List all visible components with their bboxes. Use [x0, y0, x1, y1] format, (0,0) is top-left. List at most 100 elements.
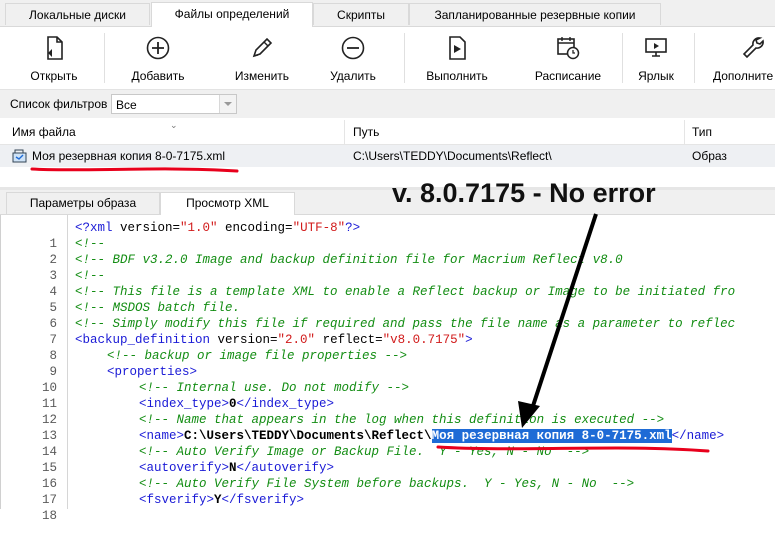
- xml-line: 15 <!-- Auto Verify Image or Backup File…: [1, 444, 775, 475]
- annotation-label: v. 8.0.7175 - No error: [392, 178, 656, 208]
- xml-comment: <!-- BDF v3.2.0 Image and backup definit…: [75, 253, 623, 267]
- xml-line: 12 <index_type>0</index_type>: [1, 396, 775, 427]
- toolbar-divider: [404, 33, 405, 83]
- tab-local-disks[interactable]: Локальные диски: [5, 3, 150, 25]
- xml-token: <?xml: [75, 221, 121, 235]
- table-row[interactable]: Моя резервная копия 8-0-7175.xml C:\User…: [0, 145, 775, 167]
- edit-label: Изменить: [234, 69, 290, 83]
- xml-file-icon: [12, 148, 28, 167]
- xml-token: "1.0": [180, 221, 218, 235]
- xml-token: 0: [229, 397, 237, 411]
- file-list-header: ⌄ Имя файла Путь Тип: [0, 120, 775, 145]
- column-path[interactable]: Путь: [353, 125, 379, 139]
- xml-line: 13 <!-- Name that appears in the log whe…: [1, 412, 775, 443]
- xml-editor[interactable]: 1 <?xml version="1.0" encoding="UTF-8"?>…: [0, 215, 775, 523]
- shortcut-monitor-icon: [628, 35, 684, 61]
- xml-token: <fsverify>: [139, 493, 215, 507]
- top-tab-strip: Локальные диски Файлы определений Скрипт…: [0, 0, 775, 27]
- more-button[interactable]: Дополните: [708, 27, 775, 89]
- add-button[interactable]: Добавить: [118, 27, 198, 89]
- lower-tab-strip: Параметры образа Просмотр XML: [0, 190, 775, 215]
- column-divider[interactable]: [344, 120, 345, 144]
- xml-token: <properties>: [107, 365, 198, 379]
- xml-token: </name>: [671, 429, 725, 443]
- tab-definition-files[interactable]: Файлы определений: [151, 2, 313, 27]
- xml-line: 16 <autoverify>N</autoverify>: [1, 460, 775, 491]
- xml-line: 9 <!-- backup or image file properties -…: [1, 348, 775, 379]
- xml-comment: <!-- MSDOS batch file.: [75, 301, 241, 315]
- xml-comment: <!-- Name that appears in the log when t…: [139, 413, 665, 427]
- more-label: Дополните: [713, 69, 774, 83]
- row-path: C:\Users\TEDDY\Documents\Reflect\: [353, 149, 552, 163]
- tab-xml-view[interactable]: Просмотр XML: [160, 192, 295, 215]
- filter-value: Все: [116, 98, 137, 112]
- toolbar-divider: [694, 33, 695, 83]
- xml-line: 17 <!-- Auto Verify File System before b…: [1, 476, 775, 507]
- add-label: Добавить: [131, 69, 185, 83]
- xml-token: "v8.0.7175": [382, 333, 466, 347]
- xml-token: version=: [120, 221, 181, 235]
- xml-line: 7 <!-- Simply modify this file if requir…: [1, 316, 775, 347]
- edit-button[interactable]: Изменить: [222, 27, 302, 89]
- column-type[interactable]: Тип: [692, 125, 712, 139]
- xml-comment: <!-- Internal use. Do not modify -->: [139, 381, 410, 395]
- tab-scripts[interactable]: Скрипты: [313, 3, 409, 25]
- edit-pencil-icon: [222, 35, 302, 61]
- filter-bar: Список фильтров Все: [0, 90, 775, 118]
- row-filename: Моя резервная копия 8-0-7175.xml: [32, 149, 226, 163]
- selected-text[interactable]: Моя резервная копия 8-0-7175.xml: [431, 429, 672, 443]
- xml-comment: <!-- This file is a template XML to enab…: [75, 285, 736, 299]
- toolbar: Открыть Добавить Изменить Удалить Выполн…: [0, 27, 775, 90]
- xml-token: encoding=: [217, 221, 293, 235]
- column-divider[interactable]: [684, 120, 685, 144]
- xml-token: </fsverify>: [221, 493, 305, 507]
- xml-line: 5 <!-- This file is a template XML to en…: [1, 284, 775, 315]
- xml-token: ?>: [345, 221, 361, 235]
- xml-token: </autoverify>: [236, 461, 335, 475]
- schedule-calendar-icon: [524, 35, 612, 61]
- open-label: Открыть: [30, 69, 78, 83]
- delete-button[interactable]: Удалить: [313, 27, 393, 89]
- xml-line: 2 <!--: [1, 236, 775, 267]
- filter-label: Список фильтров: [10, 97, 108, 111]
- chevron-down-icon[interactable]: [219, 95, 236, 113]
- xml-comment: <!-- Simply modify this file if required…: [75, 317, 736, 331]
- run-button[interactable]: Выполнить: [416, 27, 498, 89]
- xml-token: reflect=: [315, 333, 383, 347]
- xml-line: 4 <!--: [1, 268, 775, 299]
- xml-line: 1 <?xml version="1.0" encoding="UTF-8"?>: [1, 220, 775, 251]
- xml-line: 14 <name>C:\Users\TEDDY\Documents\Reflec…: [1, 428, 775, 459]
- xml-line: 8 <backup_definition version="2.0" refle…: [1, 332, 775, 363]
- tab-image-parameters[interactable]: Параметры образа: [6, 192, 160, 214]
- row-type: Образ: [692, 149, 727, 163]
- toolbar-divider: [622, 33, 623, 83]
- xml-token: N: [229, 461, 237, 475]
- open-button[interactable]: Открыть: [15, 27, 93, 89]
- xml-line: 18 <fsverify>Y</fsverify>: [1, 492, 775, 523]
- tab-scheduled-backups[interactable]: Запланированные резервные копии: [409, 3, 661, 25]
- run-play-icon: [416, 35, 498, 61]
- xml-token: <backup_definition: [75, 333, 218, 347]
- add-plus-icon: [118, 35, 198, 61]
- xml-token: Y: [214, 493, 222, 507]
- xml-token: C:\Users\TEDDY\Documents\Reflect\: [184, 429, 432, 443]
- column-filename[interactable]: Имя файла: [12, 125, 76, 139]
- xml-comment: <!-- Auto Verify Image or Backup File. Y…: [139, 445, 590, 459]
- xml-token: version=: [217, 333, 278, 347]
- schedule-button[interactable]: Расписание: [524, 27, 612, 89]
- wrench-icon: [740, 35, 775, 61]
- delete-minus-icon: [313, 35, 393, 61]
- shortcut-button[interactable]: Ярлык: [628, 27, 684, 89]
- xml-token: </index_type>: [236, 397, 335, 411]
- shortcut-label: Ярлык: [638, 69, 674, 83]
- xml-token: <autoverify>: [139, 461, 230, 475]
- open-file-icon: [15, 35, 93, 61]
- xml-token: >: [465, 333, 473, 347]
- delete-label: Удалить: [330, 69, 376, 83]
- xml-line: 3 <!-- BDF v3.2.0 Image and backup defin…: [1, 252, 775, 283]
- filter-dropdown[interactable]: Все: [111, 94, 237, 114]
- schedule-label: Расписание: [534, 69, 602, 83]
- xml-token: <index_type>: [139, 397, 230, 411]
- xml-comment: <!-- Auto Verify File System before back…: [139, 477, 635, 491]
- run-label: Выполнить: [426, 69, 488, 83]
